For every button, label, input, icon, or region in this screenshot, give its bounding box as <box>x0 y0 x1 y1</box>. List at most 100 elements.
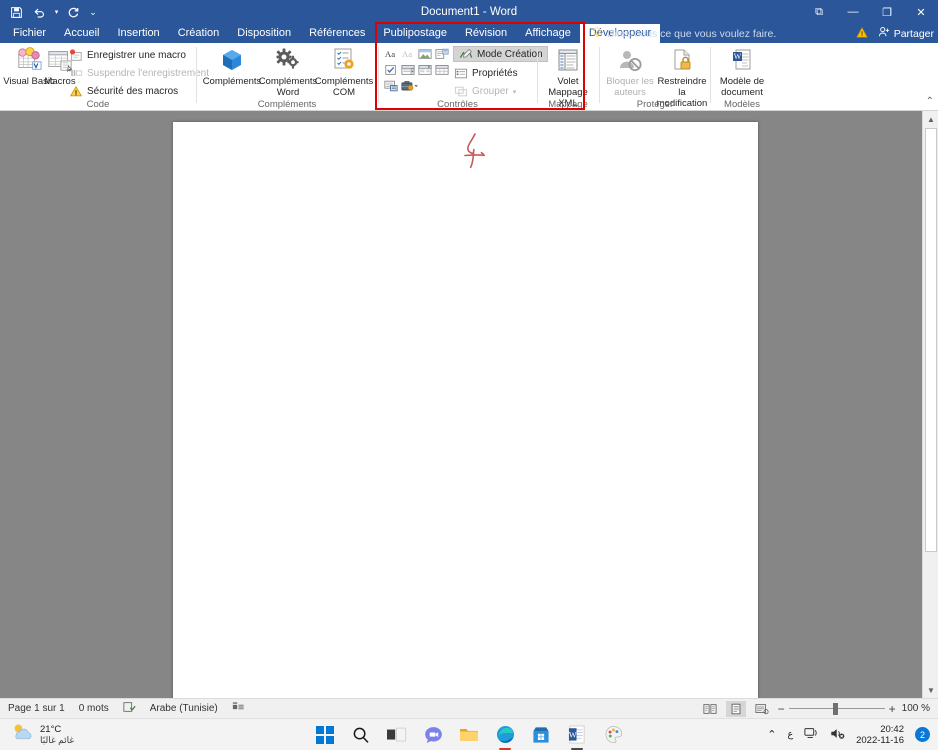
search-icon[interactable] <box>350 724 372 746</box>
document-page[interactable] <box>173 122 758 700</box>
handwritten-red-ink-mark <box>443 130 503 185</box>
macro-security-button[interactable]: Sécurité des macros <box>68 83 178 100</box>
add-ins-icon <box>218 45 246 75</box>
block-authors-label: Bloquer les auteurs <box>606 76 654 98</box>
zoom-slider[interactable]: − + <box>778 702 896 715</box>
scroll-up-arrow-icon[interactable]: ▲ <box>923 111 938 127</box>
scroll-down-arrow-icon[interactable]: ▼ <box>923 682 938 698</box>
record-macro-icon <box>68 48 83 63</box>
record-macro-label: Enregistrer une macro <box>87 50 186 61</box>
block-authors-icon <box>617 45 643 75</box>
document-template-icon: W <box>729 45 755 75</box>
minimize-button[interactable]: — <box>836 0 870 24</box>
window-controls: ⧉ — ❐ ✕ <box>802 0 938 24</box>
pause-recording-button: Suspendre l'enregistrement <box>68 65 209 82</box>
svg-text:Aa: Aa <box>402 49 412 59</box>
document-template-button[interactable]: W Modèle de document <box>715 45 769 98</box>
group-label-mappage: Mappage <box>548 99 588 110</box>
legacy-tools-icon[interactable] <box>400 78 422 93</box>
checkbox-content-control-icon[interactable] <box>383 62 399 77</box>
ribbon-tab-strip: Fichier Accueil Insertion Création Dispo… <box>0 24 938 43</box>
block-authors-button: Bloquer les auteurs <box>604 45 656 98</box>
title-bar: ▾ ⌄ Document1 - Word ⧉ — ❐ ✕ <box>0 0 938 24</box>
collapse-ribbon-button[interactable]: ⌃ <box>926 96 934 107</box>
window-title: Document1 - Word <box>420 6 518 18</box>
group-button: Grouper ▾ <box>453 83 516 100</box>
zoom-level-label[interactable]: 100 % <box>902 703 930 714</box>
tell-me-placeholder: Dites-nous ce que vous voulez faire. <box>607 27 777 40</box>
share-button[interactable]: Partager <box>878 26 934 41</box>
macro-security-icon <box>68 84 83 99</box>
com-add-ins-button[interactable]: Compléments COM <box>313 45 375 98</box>
tab-affichage[interactable]: Affichage <box>516 24 580 43</box>
plain-text-content-control-icon: Aa <box>400 46 416 61</box>
svg-text:W: W <box>734 52 742 61</box>
edge-icon[interactable] <box>494 724 516 746</box>
rich-text-content-control-icon[interactable]: Aa <box>383 46 399 61</box>
add-ins-label: Compléments <box>202 76 262 87</box>
microsoft-store-icon[interactable] <box>530 724 552 746</box>
picture-content-control-icon[interactable] <box>417 46 433 61</box>
restore-button[interactable]: ❐ <box>870 0 904 24</box>
ribbon-group-complements: Compléments Compléments Word Compléments… <box>197 43 377 111</box>
design-mode-button[interactable]: Mode Création <box>453 46 548 62</box>
combobox-content-control-icon[interactable] <box>400 62 416 77</box>
ribbon-display-options-button[interactable]: ⧉ <box>802 0 836 24</box>
macro-security-label: Sécurité des macros <box>87 86 179 97</box>
date-picker-content-control-icon[interactable] <box>434 62 450 77</box>
building-block-gallery-icon[interactable] <box>434 46 450 61</box>
properties-icon <box>453 66 468 81</box>
group-label-controles: Contrôles <box>437 99 478 110</box>
tab-creation[interactable]: Création <box>169 24 229 43</box>
svg-text:Aa: Aa <box>385 49 395 59</box>
word-count[interactable]: 0 mots <box>79 703 109 714</box>
tab-accueil[interactable]: Accueil <box>55 24 108 43</box>
group-icon <box>453 84 468 99</box>
tab-publipostage[interactable]: Publipostage <box>374 24 456 43</box>
lightbulb-icon <box>592 26 602 41</box>
properties-label: Propriétés <box>472 68 518 79</box>
repeating-section-content-control-icon[interactable] <box>383 78 399 93</box>
taskbar-app-icons: W <box>0 724 938 746</box>
tab-disposition[interactable]: Disposition <box>228 24 300 43</box>
vertical-scrollbar[interactable]: ▲ ▼ <box>922 111 938 698</box>
group-label: Grouper <box>472 86 509 97</box>
tab-references[interactable]: Références <box>300 24 374 43</box>
word-icon[interactable]: W <box>566 724 588 746</box>
close-button[interactable]: ✕ <box>904 0 938 24</box>
task-view-icon[interactable] <box>386 724 408 746</box>
file-explorer-icon[interactable] <box>458 724 480 746</box>
print-layout-view-button[interactable] <box>725 700 746 717</box>
web-layout-view-button[interactable] <box>752 701 772 717</box>
language-indicator[interactable]: Arabe (Tunisie) <box>150 703 218 714</box>
tab-insertion[interactable]: Insertion <box>108 24 168 43</box>
read-mode-view-button[interactable] <box>700 701 720 717</box>
page-indicator[interactable]: Page 1 sur 1 <box>8 703 65 714</box>
document-canvas[interactable] <box>0 111 938 700</box>
zoom-in-button[interactable]: + <box>889 703 896 715</box>
word-add-ins-button[interactable]: Compléments Word <box>257 45 319 98</box>
zoom-out-button[interactable]: − <box>778 703 785 715</box>
pause-recording-label: Suspendre l'enregistrement <box>87 68 209 79</box>
warning-icon[interactable] <box>856 27 868 40</box>
group-label-modeles: Modèles <box>724 99 760 110</box>
scrollbar-thumb[interactable] <box>925 128 937 552</box>
record-macro-button[interactable]: Enregistrer une macro <box>68 47 186 64</box>
tab-fichier[interactable]: Fichier <box>4 24 55 43</box>
proofing-icon[interactable] <box>123 701 136 716</box>
group-label-code: Code <box>86 99 110 110</box>
paint-icon[interactable] <box>602 724 624 746</box>
add-ins-button[interactable]: Compléments <box>201 45 263 87</box>
ribbon-group-controles: Aa Aa Mode Création Propriétés Grouper ▾… <box>379 43 548 111</box>
zoom-slider-thumb[interactable] <box>832 702 838 715</box>
zoom-slider-track[interactable] <box>788 702 885 715</box>
properties-button[interactable]: Propriétés <box>453 65 518 82</box>
chat-icon[interactable] <box>422 724 444 746</box>
accessibility-icon[interactable] <box>232 701 245 716</box>
tab-revision[interactable]: Révision <box>456 24 516 43</box>
ribbon: Visual Basic Macros Enregistrer une macr… <box>0 43 938 111</box>
dropdown-content-control-icon[interactable] <box>417 62 433 77</box>
start-button[interactable] <box>314 724 336 746</box>
status-bar: Page 1 sur 1 0 mots Arabe (Tunisie) − + … <box>0 698 938 718</box>
tell-me-search[interactable]: Dites-nous ce que vous voulez faire. <box>592 24 776 43</box>
